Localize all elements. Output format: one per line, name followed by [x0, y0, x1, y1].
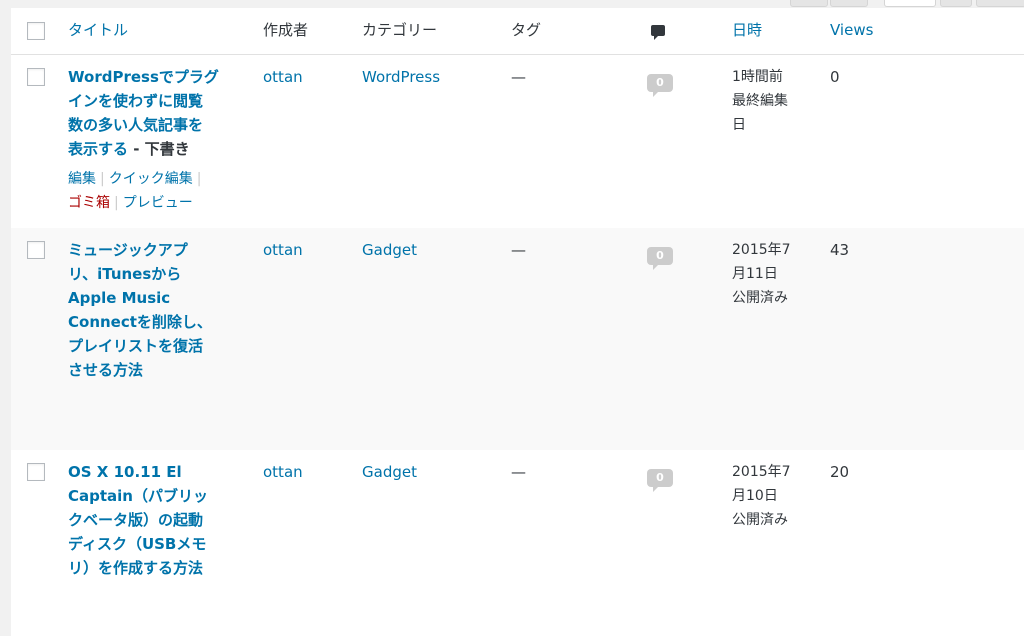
views-count: 43 — [830, 241, 850, 259]
post-title-link[interactable]: WordPressでプラグ インを使わずに閲覧 数の多い人気記事を 表示する -… — [68, 65, 238, 161]
tags-value: — — [511, 463, 526, 481]
category-link[interactable]: Gadget — [362, 460, 417, 484]
table-row: ミュージックアプ リ、iTunesから Apple Music Connectを… — [11, 228, 1024, 450]
row-checkbox[interactable] — [27, 68, 45, 86]
column-author: 作成者 — [263, 21, 309, 39]
views-count: 20 — [830, 463, 850, 481]
author-link[interactable]: ottan — [263, 65, 303, 89]
table-row: WordPressでプラグ インを使わずに閲覧 数の多い人気記事を 表示する -… — [11, 55, 1024, 228]
pagination-button[interactable] — [830, 0, 868, 7]
table-header: タイトル 作成者 カテゴリー タグ 日時 Views — [11, 8, 1024, 55]
comment-count-bubble[interactable]: 0 — [647, 74, 673, 97]
column-views-sort[interactable]: Views — [830, 18, 873, 42]
post-title-cell: WordPressでプラグ インを使わずに閲覧 数の多い人気記事を 表示する -… — [68, 65, 238, 215]
trash-link[interactable]: ゴミ箱 — [68, 195, 110, 211]
date-cell: 2015年7 月11日 公開済み — [732, 242, 791, 306]
pagination-button[interactable] — [976, 0, 1024, 7]
row-checkbox[interactable] — [27, 241, 45, 259]
views-count: 0 — [830, 68, 840, 86]
category-link[interactable]: WordPress — [362, 65, 440, 89]
preview-link[interactable]: プレビュー — [123, 195, 193, 211]
author-link[interactable]: ottan — [263, 460, 303, 484]
table-row: OS X 10.11 El Captain（パブリッ クベータ版）の起動 ディス… — [11, 450, 1024, 636]
column-title-sort[interactable]: タイトル — [68, 18, 128, 42]
post-title-link[interactable]: OS X 10.11 El Captain（パブリッ クベータ版）の起動 ディス… — [68, 460, 243, 580]
comment-bubble-icon[interactable] — [651, 25, 665, 40]
pagination-button[interactable] — [940, 0, 972, 7]
pagination-button[interactable] — [790, 0, 828, 7]
comment-count-bubble[interactable]: 0 — [647, 247, 673, 270]
edit-link[interactable]: 編集 — [68, 171, 96, 187]
column-categories: カテゴリー — [362, 21, 438, 39]
row-checkbox[interactable] — [27, 463, 45, 481]
quick-edit-link[interactable]: クイック編集 — [109, 171, 193, 187]
category-link[interactable]: Gadget — [362, 238, 417, 262]
date-cell: 2015年7 月10日 公開済み — [732, 464, 791, 528]
select-all-checkbox[interactable] — [27, 22, 45, 40]
comment-count-bubble[interactable]: 0 — [647, 469, 673, 492]
column-tags: タグ — [511, 21, 542, 39]
post-state: - 下書き — [128, 140, 190, 158]
row-actions: 編集 | クイック編集 | ゴミ箱 | プレビュー — [68, 171, 202, 211]
author-link[interactable]: ottan — [263, 238, 303, 262]
current-page-input[interactable] — [884, 0, 936, 7]
toolbar-strip — [0, 0, 1024, 8]
tags-value: — — [511, 241, 526, 259]
column-date-sort[interactable]: 日時 — [732, 18, 762, 42]
tags-value: — — [511, 68, 526, 86]
post-title-link[interactable]: ミュージックアプ リ、iTunesから Apple Music Connectを… — [68, 238, 238, 382]
date-cell: 1時間前 最終編集 日 — [732, 69, 788, 133]
